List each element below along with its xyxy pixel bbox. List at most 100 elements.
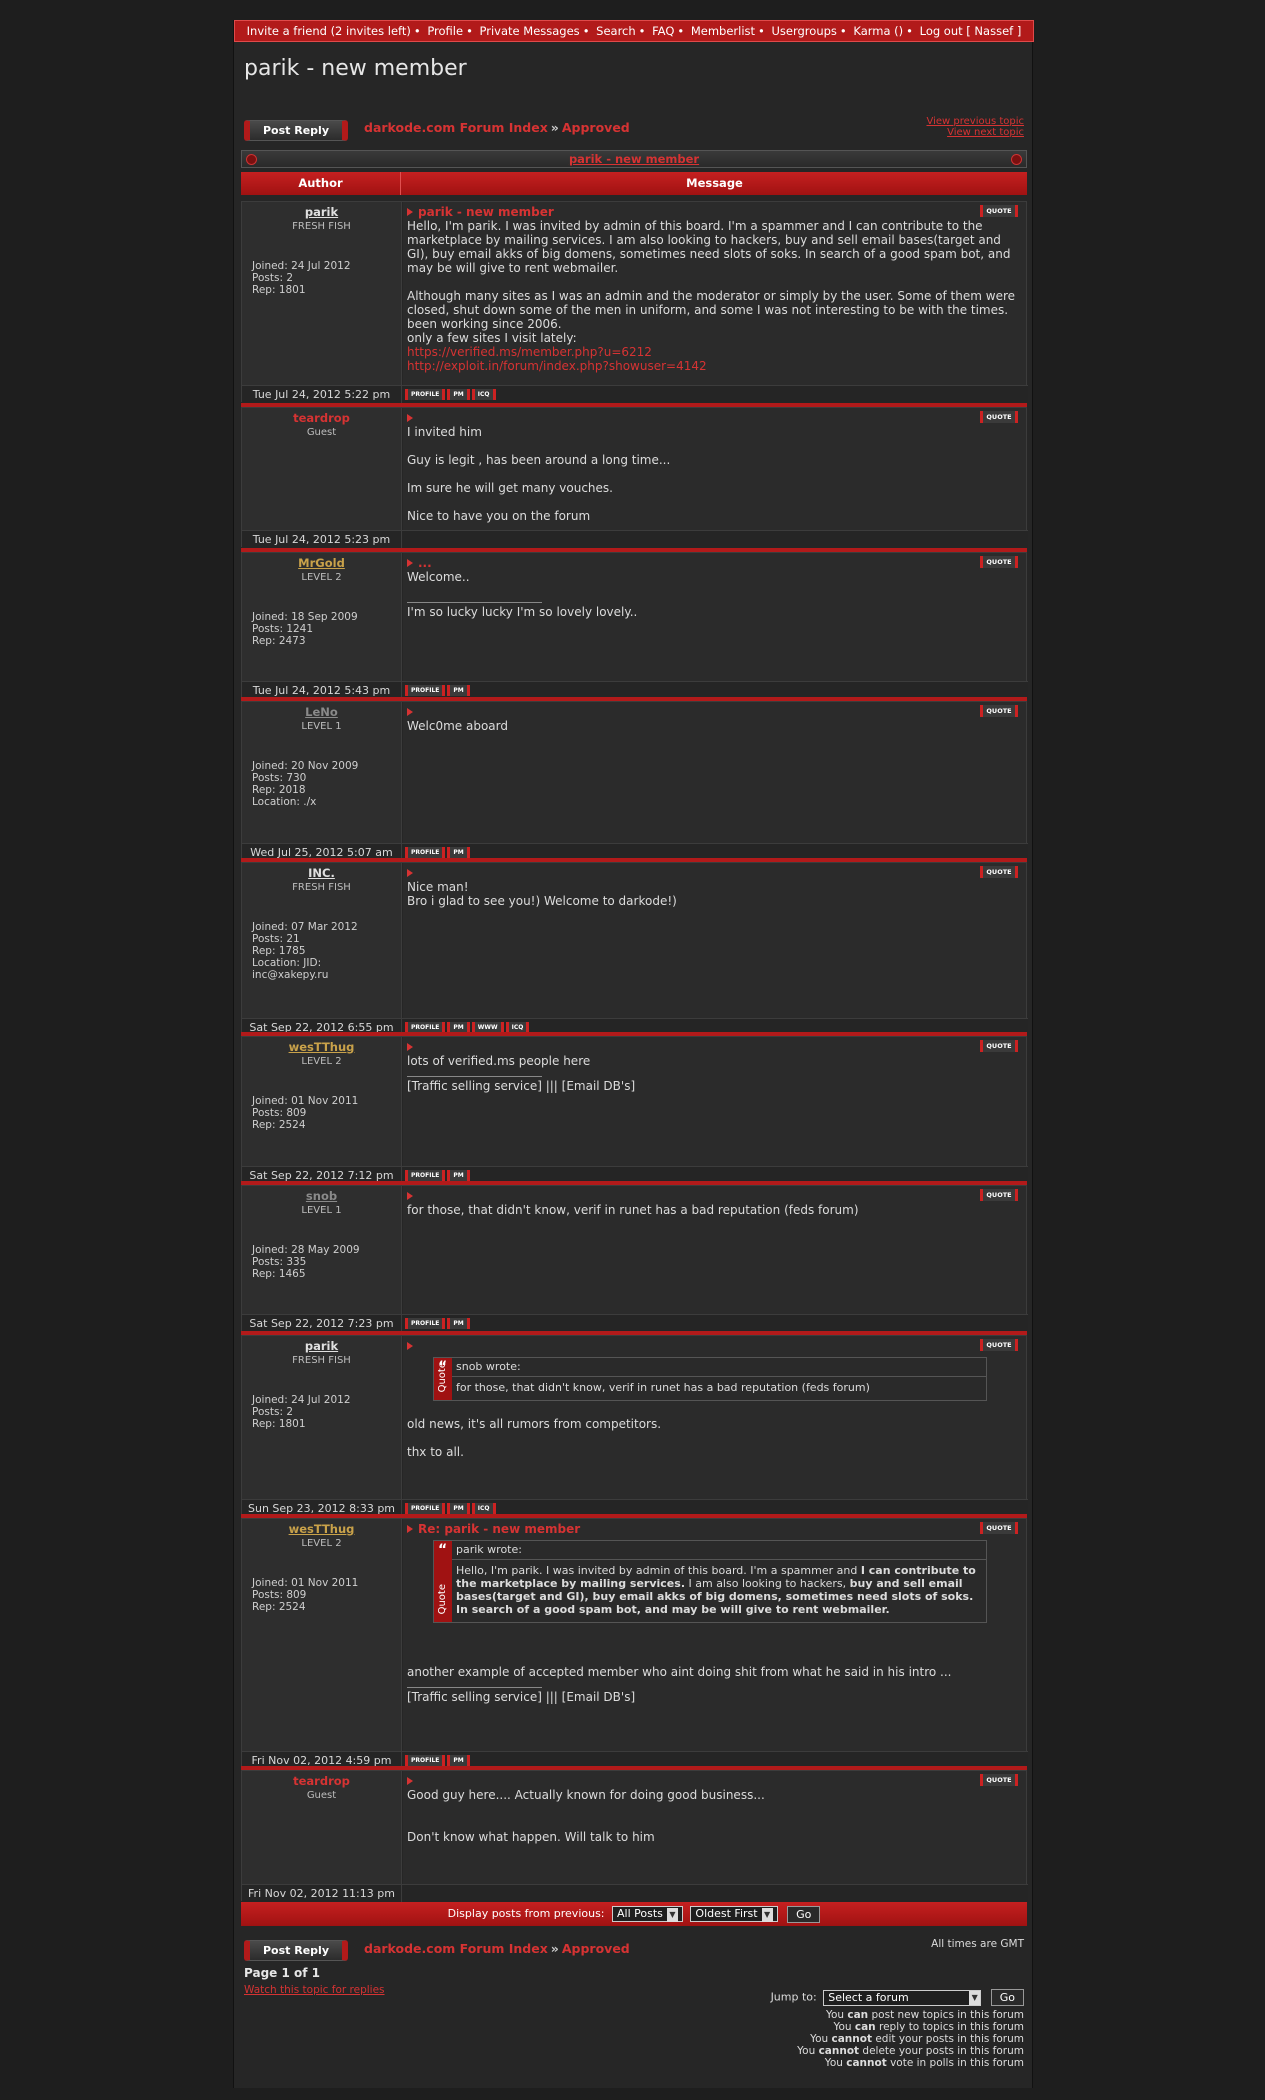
profile-button[interactable]: PROFILE xyxy=(405,847,446,858)
pm-button[interactable]: PM xyxy=(447,847,470,858)
author-name-link[interactable]: parik xyxy=(242,1339,401,1353)
pm-button[interactable]: PM xyxy=(447,389,470,400)
profile-button[interactable]: PROFILE xyxy=(405,1755,446,1766)
quote-button[interactable]: QUOTE xyxy=(980,705,1018,717)
chevron-down-icon: ▼ xyxy=(761,1908,773,1922)
author-info-line: Posts: 1241 xyxy=(252,623,314,635)
post-text-line: Guy is legit , has been around a long ti… xyxy=(407,453,671,467)
permission-text: reply to topics in this forum xyxy=(875,2021,1024,2033)
author-info-line: Rep: 2524 xyxy=(252,1119,306,1131)
post-author-panel: MrGold LEVEL 2 Joined: 18 Sep 2009 Posts: 1… xyxy=(242,553,402,681)
post-reply-button-bottom[interactable]: Post Reply xyxy=(244,1940,348,1961)
topic-title-link[interactable]: parik - new member xyxy=(569,152,699,166)
post-message: QUOTE lots of verified.ms people here [Tra… xyxy=(403,1037,1026,1166)
nav-private-messages-link[interactable]: Private Messages xyxy=(480,24,580,38)
view-next-topic-link[interactable]: View next topic xyxy=(926,127,1024,138)
sort-order-select[interactable]: Oldest First ▼ xyxy=(690,1906,778,1922)
pm-button[interactable]: PM xyxy=(447,685,470,696)
nav-search-link[interactable]: Search xyxy=(596,24,636,38)
quote-text: for those, that didn't know, verif in ru… xyxy=(456,1381,870,1394)
post-text-line: Good guy here.... Actually known for doi… xyxy=(407,1788,765,1802)
quote-text: I am also looking to hackers, xyxy=(685,1577,850,1590)
pm-button[interactable]: PM xyxy=(447,1170,470,1181)
profile-button[interactable]: PROFILE xyxy=(405,1318,446,1329)
author-name-link[interactable]: teardrop xyxy=(242,1774,401,1788)
quote-label: Quote xyxy=(437,1583,448,1614)
post-subject-text: Re: parik - new member xyxy=(418,1522,581,1536)
nav-profile-link[interactable]: Profile xyxy=(427,24,463,38)
breadcrumb-index-link[interactable]: darkode.com Forum Index xyxy=(364,120,548,135)
profile-button[interactable]: PROFILE xyxy=(405,685,446,696)
pm-button[interactable]: PM xyxy=(447,1755,470,1766)
author-name-link[interactable]: parik xyxy=(242,205,401,219)
display-go-button[interactable]: Go xyxy=(787,1905,821,1923)
post-link[interactable]: http://exploit.in/forum/index.php?showus… xyxy=(407,359,1022,373)
page-title: parik - new member xyxy=(244,56,467,81)
quote-button[interactable]: QUOTE xyxy=(980,205,1018,217)
author-rank: FRESH FISH xyxy=(292,882,351,893)
post-text-line: old news, it's all rumors from competito… xyxy=(407,1417,662,1431)
author-name-link[interactable]: LeNo xyxy=(242,705,401,719)
view-previous-topic-link[interactable]: View previous topic xyxy=(926,116,1024,127)
forum-post: parik FRESH FISH Joined: 24 Jul 2012 Posts:… xyxy=(241,1335,1028,1518)
profile-button[interactable]: PROFILE xyxy=(405,389,446,400)
breadcrumb-index-link[interactable]: darkode.com Forum Index xyxy=(364,1941,548,1956)
post-author-panel: snob LEVEL 1 Joined: 28 May 2009 Posts: 335… xyxy=(242,1186,402,1314)
post-text-line: Bro i glad to see you!) Welcome to darko… xyxy=(407,894,677,908)
icq-button[interactable]: ICQ xyxy=(471,1503,496,1514)
quote-body: Hello, I'm parik. I was invited by admin… xyxy=(452,1560,986,1622)
post-message: QUOTE... Welcome.. I'm so lucky lucky I'm … xyxy=(403,553,1026,681)
author-info: Joined: 01 Nov 2011 Posts: 809 Rep: 2524 xyxy=(252,1577,397,1613)
post-text-line xyxy=(407,439,1022,453)
permission-text: edit your posts in this forum xyxy=(872,2033,1024,2045)
pm-button[interactable]: PM xyxy=(447,1318,470,1329)
author-rank: LEVEL 2 xyxy=(301,572,342,583)
quote-button[interactable]: QUOTE xyxy=(980,411,1018,423)
post-text-line: Hello, I'm parik. I was invited by admin… xyxy=(407,219,1011,275)
profile-button[interactable]: PROFILE xyxy=(405,1170,446,1181)
forum-select[interactable]: Select a forum ▼ xyxy=(823,1989,982,2006)
post-reply-button-top[interactable]: Post Reply xyxy=(244,120,348,141)
watch-topic-link[interactable]: Watch this topic for replies xyxy=(244,1984,385,1996)
quote-button[interactable]: QUOTE xyxy=(980,1040,1018,1052)
quote-button[interactable]: QUOTE xyxy=(980,1774,1018,1786)
nav-usergroups-link[interactable]: Usergroups xyxy=(772,24,837,38)
post-link[interactable]: https://verified.ms/member.php?u=6212 xyxy=(407,345,1022,359)
post-message: QUOTE “Quote snob wrote: for those, that di… xyxy=(403,1336,1026,1499)
author-name-link[interactable]: snob xyxy=(242,1189,401,1203)
forum-post: teardrop Guest QUOTE Good guy here.... Actu… xyxy=(241,1770,1028,1903)
posts-period-select[interactable]: All Posts ▼ xyxy=(612,1906,683,1922)
nav-invite-link[interactable]: Invite a friend (2 invites left) xyxy=(247,24,411,38)
breadcrumb-forum-link[interactable]: Approved xyxy=(562,1941,630,1956)
quote-button[interactable]: QUOTE xyxy=(980,556,1018,568)
nav-logout-link[interactable]: Log out [ Nassef ] xyxy=(920,24,1022,38)
quote-button[interactable]: QUOTE xyxy=(980,866,1018,878)
post-message: QUOTE Good guy here.... Actually known fo… xyxy=(403,1771,1026,1884)
post-date: Fri Nov 02, 2012 11:13 pm xyxy=(242,1885,402,1903)
author-info-line: Joined: 01 Nov 2011 xyxy=(252,1577,359,1589)
quote-button[interactable]: QUOTE xyxy=(980,1339,1018,1351)
nav-memberlist-link[interactable]: Memberlist xyxy=(691,24,755,38)
profile-button[interactable]: PROFILE xyxy=(405,1503,446,1514)
breadcrumb-forum-link[interactable]: Approved xyxy=(562,120,630,135)
permission-line: You cannot delete your posts in this for… xyxy=(797,2045,1024,2057)
author-name-link[interactable]: wesTThug xyxy=(242,1040,401,1054)
post-icon xyxy=(407,1342,413,1350)
jump-go-button[interactable]: Go xyxy=(990,1989,1024,2006)
signature-divider xyxy=(407,1687,542,1688)
author-name-link[interactable]: wesTThug xyxy=(242,1522,401,1536)
pm-button[interactable]: PM xyxy=(447,1503,470,1514)
message-column-header: Message xyxy=(686,176,743,190)
author-name-link[interactable]: teardrop xyxy=(242,411,401,425)
author-name-link[interactable]: INC. xyxy=(242,866,401,880)
quote-sidebar: “Quote xyxy=(434,1358,452,1400)
icq-button[interactable]: ICQ xyxy=(471,389,496,400)
quote-button[interactable]: QUOTE xyxy=(980,1189,1018,1201)
post-author-panel: teardrop Guest xyxy=(242,1771,402,1884)
nav-karma-link[interactable]: Karma () xyxy=(853,24,903,38)
permission-text: post new topics in this forum xyxy=(868,2009,1025,2021)
quote-button[interactable]: QUOTE xyxy=(980,1522,1018,1534)
post-author-panel: INC. FRESH FISH Joined: 07 Mar 2012 Posts: … xyxy=(242,863,402,1018)
nav-faq-link[interactable]: FAQ xyxy=(652,24,674,38)
author-name-link[interactable]: MrGold xyxy=(242,556,401,570)
